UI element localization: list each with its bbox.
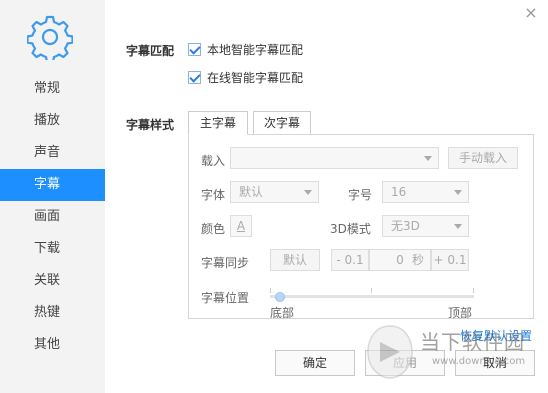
font-value: 默认 (239, 185, 264, 199)
sync-minus-button[interactable]: - 0.1 (331, 249, 369, 271)
sidebar-item-other[interactable]: 其他 (0, 329, 105, 361)
tab-primary-subtitle[interactable]: 主字幕 (188, 111, 248, 135)
sync-value: 0 (396, 253, 404, 267)
sync-unit: 秒 (411, 253, 424, 267)
sidebar-item-subtitles[interactable]: 字幕 (0, 169, 105, 201)
slider-tick (473, 288, 474, 293)
load-label: 载入 (201, 154, 226, 168)
sync-label: 字幕同步 (201, 256, 250, 270)
color-label: 颜色 (201, 222, 226, 236)
position-slider[interactable] (270, 295, 474, 298)
position-label: 字幕位置 (201, 291, 250, 305)
subtitle-match-label: 字幕匹配 (126, 44, 175, 58)
sidebar-item-general[interactable]: 常规 (0, 73, 105, 105)
load-select[interactable] (230, 147, 439, 169)
mode3d-value: 无3D (391, 219, 420, 233)
size-label: 字号 (348, 188, 373, 202)
local-match-checkbox[interactable] (188, 42, 201, 56)
position-max-label: 顶部 (448, 306, 473, 320)
sidebar: 常规 播放 声音 字幕 画面 下载 关联 热键 其他 (0, 0, 105, 393)
size-select[interactable]: 16 (382, 181, 469, 203)
mode3d-select[interactable]: 无3D (382, 215, 469, 237)
font-select[interactable]: 默认 (230, 181, 319, 203)
online-match-option[interactable]: 在线智能字幕匹配 (188, 69, 303, 85)
chevron-down-icon (304, 190, 312, 195)
tab-secondary-subtitle[interactable]: 次字幕 (253, 111, 311, 135)
sidebar-item-playback[interactable]: 播放 (0, 105, 105, 137)
manual-load-button[interactable]: 手动载入 (448, 147, 518, 169)
chevron-down-icon (454, 224, 462, 229)
position-min-label: 底部 (270, 306, 295, 320)
ok-button[interactable]: 确定 (275, 350, 355, 376)
sync-value-field[interactable]: 0 秒 (369, 249, 431, 271)
local-match-option[interactable]: 本地智能字幕匹配 (188, 41, 303, 57)
local-match-label: 本地智能字幕匹配 (207, 42, 304, 57)
settings-gear-icon (27, 15, 73, 60)
sidebar-item-download[interactable]: 下载 (0, 233, 105, 265)
color-picker[interactable]: A (230, 215, 252, 237)
sidebar-item-picture[interactable]: 画面 (0, 201, 105, 233)
subtitle-style-label: 字幕样式 (126, 118, 175, 132)
cancel-button[interactable]: 取消 (455, 350, 535, 376)
slider-tick (270, 288, 271, 293)
font-label: 字体 (201, 188, 226, 202)
mode3d-label: 3D模式 (330, 222, 371, 236)
chevron-down-icon (424, 156, 432, 161)
size-value: 16 (391, 185, 407, 199)
chevron-down-icon (454, 190, 462, 195)
online-match-checkbox[interactable] (188, 70, 201, 84)
sync-default-button[interactable]: 默认 (270, 249, 320, 271)
restore-defaults-link[interactable]: 恢复默认设置 (460, 327, 532, 344)
apply-button[interactable]: 应用 (365, 350, 445, 376)
sidebar-item-association[interactable]: 关联 (0, 265, 105, 297)
sidebar-item-sound[interactable]: 声音 (0, 137, 105, 169)
slider-tick (371, 288, 372, 293)
sidebar-item-hotkeys[interactable]: 热键 (0, 297, 105, 329)
sync-plus-button[interactable]: + 0.1 (431, 249, 469, 271)
online-match-label: 在线智能字幕匹配 (207, 70, 304, 85)
close-icon[interactable]: × (524, 5, 538, 21)
